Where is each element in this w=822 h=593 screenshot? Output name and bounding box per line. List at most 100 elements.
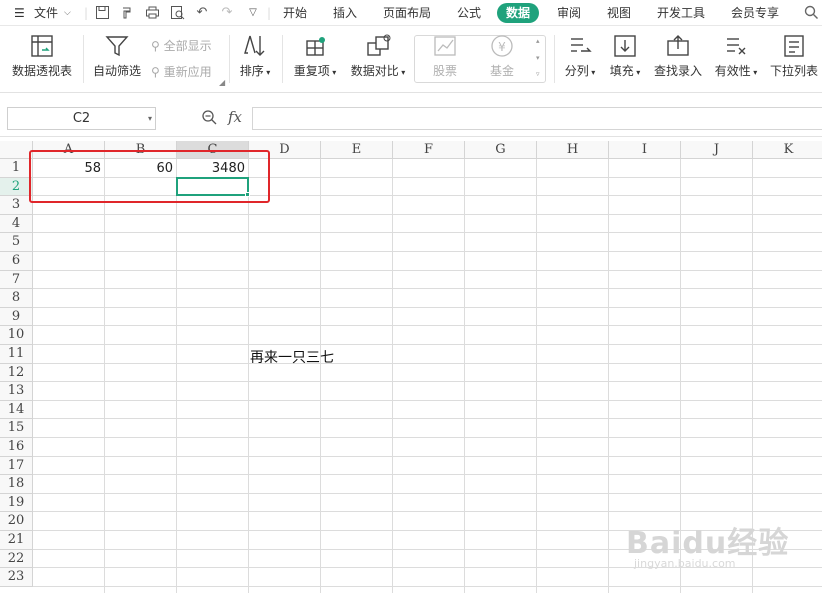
fill-down-icon	[614, 35, 636, 57]
tab-data[interactable]: 数据	[497, 3, 540, 23]
fund-button[interactable]: ¥ 基金	[486, 33, 518, 78]
row-gridline	[33, 399, 822, 401]
row-header-19[interactable]: 19	[0, 493, 33, 513]
row-gridline	[33, 213, 822, 215]
filter-clear-icon: ⚲	[151, 39, 160, 53]
row-header-15[interactable]: 15	[0, 419, 33, 438]
print-icon[interactable]	[144, 5, 160, 21]
column-gridline	[392, 159, 393, 593]
row-header-6[interactable]: 6	[0, 252, 33, 271]
row-header-4[interactable]: 4	[0, 214, 33, 234]
column-header-f[interactable]: F	[393, 141, 465, 159]
show-all-button[interactable]: ⚲ 全部显示	[151, 38, 212, 54]
row-header-11[interactable]: 11	[0, 345, 33, 364]
row-gridline	[33, 306, 822, 308]
name-box[interactable]: C2 ▾	[7, 107, 156, 130]
print-preview-icon[interactable]	[169, 5, 185, 21]
menu-bar: ☰ 文件 ⌵ | ↶ ↷ ▽ | 开始 插入 页面布局 公式 数据 审阅 视图 …	[0, 0, 822, 26]
stock-chart-icon	[434, 36, 456, 56]
row-header-23[interactable]: 23	[0, 568, 33, 587]
tab-formulas[interactable]: 公式	[457, 0, 481, 26]
format-painter-icon[interactable]	[119, 5, 135, 21]
tab-review[interactable]: 审阅	[557, 0, 581, 26]
row-header-20[interactable]: 20	[0, 512, 33, 531]
highlight-annotation-box	[29, 150, 270, 203]
column-header-g[interactable]: G	[465, 141, 537, 159]
row-gridline	[33, 474, 822, 476]
row-header-16[interactable]: 16	[0, 438, 33, 457]
row-gridline	[33, 492, 822, 494]
column-header-e[interactable]: E	[321, 141, 393, 159]
pivot-table-button[interactable]: 数据透视表	[11, 33, 73, 78]
tab-start[interactable]: 开始	[283, 0, 307, 26]
ribbon-toolbar: 数据透视表 自动筛选 ⚲ 全部显示 ⚲ 重新应用 ◢ 排序 ▾ 重复项 ▾ 数据…	[0, 27, 822, 93]
row-gridline	[33, 344, 822, 345]
row-header-12[interactable]: 12	[0, 363, 33, 383]
duplicates-icon	[306, 37, 325, 56]
column-gridline	[608, 159, 609, 593]
stocks-button[interactable]: 股票	[429, 33, 461, 78]
column-header-k[interactable]: K	[753, 141, 822, 159]
gallery-expand-icon[interactable]: ▿	[536, 69, 540, 79]
cell-d11[interactable]: 再来一只三七	[250, 349, 334, 367]
redo-icon[interactable]: ↷	[219, 5, 235, 21]
row-header-14[interactable]: 14	[0, 400, 33, 420]
data-compare-button[interactable]: 数据对比 ▾	[349, 33, 407, 80]
formula-bar: C2 ▾ fx	[0, 93, 822, 137]
row-gridline	[33, 585, 822, 587]
column-header-h[interactable]: H	[537, 141, 609, 159]
quick-access-dropdown-icon[interactable]: ▽	[245, 5, 261, 21]
tab-member[interactable]: 会员专享	[731, 0, 779, 26]
fx-icon[interactable]: fx	[228, 108, 242, 126]
reapply-button[interactable]: ⚲ 重新应用	[151, 64, 212, 80]
undo-icon[interactable]: ↶	[194, 5, 210, 21]
split-columns-icon	[571, 38, 592, 52]
row-header-7[interactable]: 7	[0, 270, 33, 290]
lookup-entry-icon	[667, 35, 689, 56]
row-gridline	[33, 288, 822, 290]
row-gridline	[33, 269, 822, 271]
fill-button[interactable]: 填充 ▾	[607, 33, 643, 80]
gallery-scroll-down-icon[interactable]: ▾	[536, 53, 540, 63]
lookup-entry-button[interactable]: 查找录入	[653, 33, 703, 78]
row-gridline	[33, 325, 822, 327]
zoom-function-icon[interactable]	[201, 109, 218, 129]
dialog-launcher-icon[interactable]: ◢	[219, 75, 225, 91]
gallery-scroll-up-icon[interactable]: ▴	[536, 36, 540, 46]
divider	[554, 35, 555, 83]
row-header-10[interactable]: 10	[0, 326, 33, 345]
column-gridline	[536, 159, 537, 593]
filter-icon	[105, 36, 129, 57]
row-header-17[interactable]: 17	[0, 456, 33, 476]
formula-input[interactable]	[252, 107, 822, 130]
dropdown-list-button[interactable]: 下拉列表	[769, 33, 819, 78]
hamburger-icon[interactable]: ☰	[14, 0, 25, 26]
file-menu[interactable]: 文件	[34, 0, 58, 26]
row-header-9[interactable]: 9	[0, 307, 33, 327]
tab-insert[interactable]: 插入	[333, 0, 357, 26]
sort-button[interactable]: 排序 ▾	[237, 33, 273, 80]
search-icon[interactable]	[803, 5, 819, 21]
row-header-13[interactable]: 13	[0, 382, 33, 401]
duplicates-button[interactable]: 重复项 ▾	[291, 33, 339, 80]
filter-refresh-icon: ⚲	[151, 65, 160, 79]
tab-page-layout[interactable]: 页面布局	[383, 0, 431, 26]
tab-view[interactable]: 视图	[607, 0, 631, 26]
auto-filter-button[interactable]: 自动筛选	[92, 33, 142, 78]
row-header-22[interactable]: 22	[0, 549, 33, 569]
column-header-i[interactable]: I	[609, 141, 681, 159]
column-gridline	[104, 159, 105, 593]
validity-button[interactable]: 有效性 ▾	[712, 33, 760, 80]
column-header-j[interactable]: J	[681, 141, 753, 159]
row-header-8[interactable]: 8	[0, 289, 33, 308]
name-box-dropdown-icon[interactable]: ▾	[148, 108, 152, 129]
watermark-url: jingyan.baidu.com	[634, 557, 736, 570]
row-gridline	[33, 251, 822, 252]
row-header-18[interactable]: 18	[0, 475, 33, 494]
save-icon[interactable]	[94, 5, 110, 21]
row-header-21[interactable]: 21	[0, 531, 33, 550]
row-header-5[interactable]: 5	[0, 233, 33, 252]
chevron-down-icon[interactable]: ⌵	[64, 0, 71, 26]
tab-developer[interactable]: 开发工具	[657, 0, 705, 26]
split-columns-button[interactable]: 分列 ▾	[562, 33, 598, 80]
